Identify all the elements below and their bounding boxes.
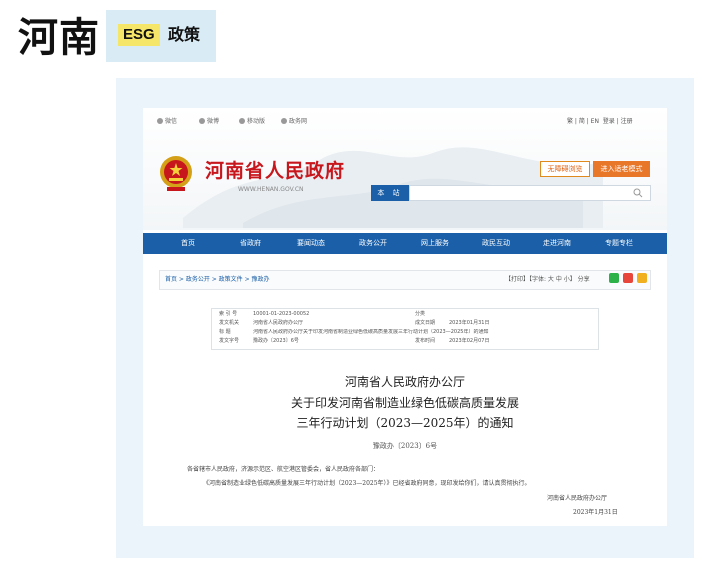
gov-net-icon: [281, 118, 287, 124]
search-icon[interactable]: [633, 188, 643, 198]
meta-subject-label: 标 题: [219, 329, 231, 335]
wechat-share-icon[interactable]: [609, 273, 619, 283]
article-issuer: 河南省人民政府办公厅: [344, 375, 465, 389]
nav-provincial-gov[interactable]: 省政府: [240, 233, 261, 254]
meta-index-label: 索 引 号: [219, 311, 238, 317]
meta-pub-value: 2023年02月07日: [449, 338, 490, 344]
main-nav: 首页 省政府 要闻动态 政务公开 网上服务 政民互动 走进河南 专题专栏: [143, 233, 667, 254]
article-body: 《河南省制造业绿色低碳高质量发展三年行动计划（2023—2025年）》已经省政府…: [203, 480, 531, 487]
weibo-link[interactable]: 微博: [199, 118, 219, 126]
nav-news[interactable]: 要闻动态: [297, 233, 325, 254]
article-salutation: 各省辖市人民政府，济源示范区、航空港区管委会，省人民政府各部门：: [187, 466, 380, 473]
nav-home[interactable]: 首页: [181, 233, 195, 254]
website-screenshot: 微信 微博 移动版 政务网 繁 | 简 | EN 登录 | 注册 河南省人民政府…: [143, 108, 667, 526]
meta-date-label: 成文日期: [415, 320, 436, 326]
meta-docno-value: 豫政办〔2023〕6号: [253, 338, 299, 344]
meta-issuer-label: 发文机关: [219, 320, 240, 326]
print-font-tools[interactable]: 【打印】【字体: 大 中 小】 分享: [505, 276, 590, 284]
language-switch[interactable]: 繁 | 简 | EN 登录 | 注册: [567, 118, 633, 126]
article-title-line2: 三年行动计划（2023—2025年）的通知: [296, 416, 514, 430]
meta-category-label: 分类: [415, 311, 426, 317]
government-name[interactable]: 河南省人民政府: [205, 160, 345, 182]
wechat-icon: [157, 118, 163, 124]
nav-topics[interactable]: 专题专栏: [605, 233, 633, 254]
article-signature: 河南省人民政府办公厅: [547, 495, 608, 502]
meta-subject-value: 河南省人民政府办公厅关于印发河南省制造业绿色低碳高质量发展三年行动计划（2023…: [253, 329, 489, 335]
nav-online-service[interactable]: 网上服务: [421, 233, 449, 254]
meta-date-value: 2023年01月31日: [449, 320, 490, 326]
elder-mode-button[interactable]: 进入适老模式: [593, 161, 650, 177]
barrier-free-button[interactable]: 无障碍浏览: [540, 161, 590, 177]
meta-index-value: 10001-01-2023-00052: [253, 311, 310, 317]
meta-docno-label: 发文字号: [219, 338, 240, 344]
weibo-share-icon[interactable]: [623, 273, 633, 283]
mobile-icon: [239, 118, 245, 124]
esg-badge: ESG: [118, 24, 160, 46]
wechat-link[interactable]: 微信: [157, 118, 177, 126]
meta-pub-label: 发布时间: [415, 338, 436, 344]
search-input[interactable]: [409, 185, 651, 201]
article-doc-number: 豫政办〔2023〕6号: [372, 442, 438, 450]
tag-label: 政策: [168, 25, 201, 44]
page-title: 河南: [18, 15, 100, 61]
article-title-line1: 关于印发河南省制造业绿色低碳高质量发展: [290, 396, 519, 410]
weibo-icon: [199, 118, 205, 124]
national-emblem-icon: [160, 156, 192, 191]
article-sign-date: 2023年1月31日: [573, 509, 618, 516]
login-links[interactable]: 登录 | 注册: [603, 118, 633, 125]
nav-gov-affairs[interactable]: 政务公开: [359, 233, 387, 254]
meta-issuer-value: 河南省人民政府办公厅: [253, 320, 304, 326]
gov-net-link[interactable]: 政务网: [281, 118, 307, 126]
search-scope-label[interactable]: 本 站: [371, 185, 409, 201]
nav-interaction[interactable]: 政民互动: [482, 233, 510, 254]
mobile-link[interactable]: 移动版: [239, 118, 265, 126]
nav-about-henan[interactable]: 走进河南: [543, 233, 571, 254]
site-url: WWW.HENAN.GOV.CN: [238, 186, 304, 193]
favorite-share-icon[interactable]: [637, 273, 647, 283]
breadcrumb[interactable]: 首页 > 政务公开 > 政策文件 > 豫政办: [165, 276, 270, 284]
